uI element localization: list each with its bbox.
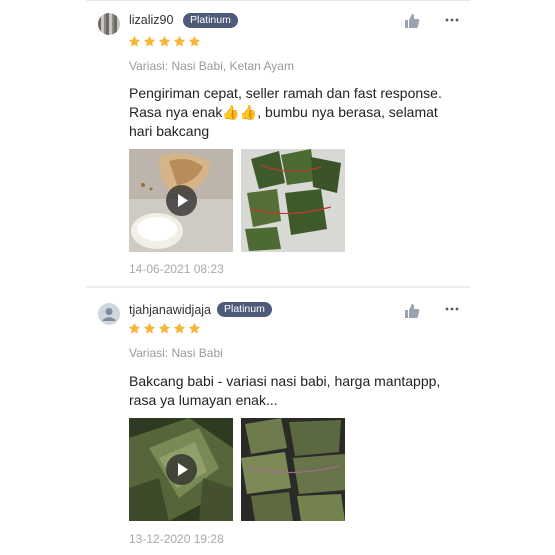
username[interactable]: lizaliz90 xyxy=(129,13,173,27)
review-item: tjahjanawidjaja Platinum Variasi: Nasi B… xyxy=(86,289,470,555)
star-icon xyxy=(128,322,141,334)
review-divider xyxy=(86,286,470,288)
variant-label: Variasi: Nasi Babi, Ketan Ayam xyxy=(129,59,294,73)
more-dots-icon[interactable] xyxy=(444,301,460,317)
star-icon xyxy=(128,35,141,47)
review-list: lizaliz90 Platinum Variasi: Nasi Babi, K… xyxy=(86,0,470,555)
review-video[interactable] xyxy=(129,149,233,252)
star-rating xyxy=(128,35,201,49)
star-icon xyxy=(158,35,171,47)
platinum-badge: Platinum xyxy=(217,302,272,317)
review-text: Pengiriman cepat, seller ramah dan fast … xyxy=(129,85,442,139)
star-icon xyxy=(143,322,156,334)
star-icon xyxy=(173,322,186,334)
username[interactable]: tjahjanawidjaja xyxy=(129,303,211,317)
star-rating xyxy=(128,322,201,336)
review-photo[interactable] xyxy=(241,149,345,252)
more-dots-icon[interactable] xyxy=(444,12,460,28)
review-date: 13-12-2020 19:28 xyxy=(129,532,224,546)
user-icon[interactable] xyxy=(98,303,120,325)
review-text: Bakcang babi - variasi nasi babi, harga … xyxy=(129,373,441,408)
thumbs-up-icon[interactable] xyxy=(404,13,420,29)
review-item: lizaliz90 Platinum Variasi: Nasi Babi, K… xyxy=(86,0,470,287)
star-icon xyxy=(173,35,186,47)
star-icon xyxy=(188,35,201,47)
variant-label: Variasi: Nasi Babi xyxy=(129,346,223,360)
play-button[interactable] xyxy=(166,454,197,485)
review-video[interactable] xyxy=(129,418,233,521)
avatar[interactable] xyxy=(98,13,120,35)
thumbs-up-icon[interactable] xyxy=(404,303,420,319)
review-photo[interactable] xyxy=(241,418,345,521)
star-icon xyxy=(158,322,171,334)
star-icon xyxy=(188,322,201,334)
play-button[interactable] xyxy=(166,185,197,216)
star-icon xyxy=(143,35,156,47)
review-date: 14-06-2021 08:23 xyxy=(129,262,224,276)
platinum-badge: Platinum xyxy=(183,13,238,28)
